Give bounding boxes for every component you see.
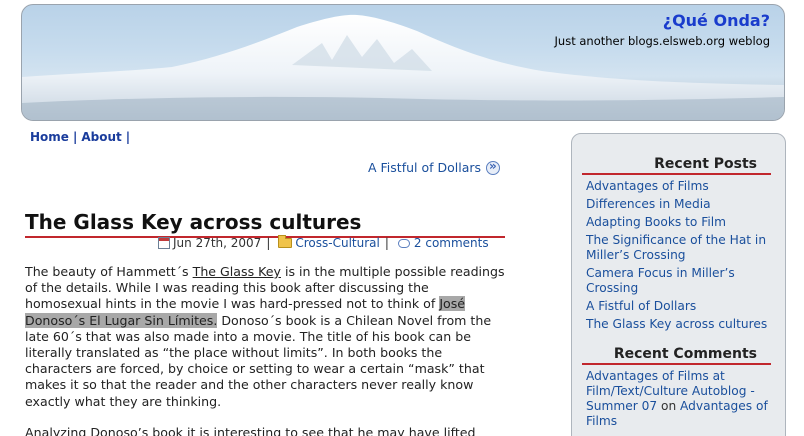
blog-tagline: Just another blogs.elsweb.org weblog (554, 34, 770, 48)
post-paragraph: Analyzing Donoso’s book it is interestin… (25, 424, 476, 436)
meta-separator: | (384, 236, 389, 250)
calendar-icon (158, 237, 170, 249)
recent-post-link[interactable]: The Glass Key across cultures (586, 317, 767, 331)
recent-comments-title: Recent Comments (582, 346, 771, 365)
recent-comments-list: Advantages of Films at Film/Text/Culture… (572, 369, 785, 429)
nav-separator: | (72, 130, 78, 144)
recent-post-link[interactable]: Camera Focus in Miller’s Crossing (586, 266, 735, 295)
category-link[interactable]: Cross-Cultural (295, 236, 379, 250)
list-item: The Glass Key across cultures (586, 317, 775, 332)
recent-post-link[interactable]: The Significance of the Hat in Miller’s … (586, 233, 766, 262)
recent-posts-widget: Recent Posts Advantages of Films Differe… (572, 156, 785, 332)
main-nav: Home | About | (30, 130, 134, 144)
recent-post-link[interactable]: Differences in Media (586, 197, 711, 211)
recent-posts-title: Recent Posts (582, 156, 771, 175)
list-item: Advantages of Films (586, 179, 775, 194)
recent-comments-widget: Recent Comments Advantages of Films at F… (572, 346, 785, 429)
comment-bubble-icon (397, 238, 410, 248)
recent-post-link[interactable]: A Fistful of Dollars (586, 299, 696, 313)
site-header: ¿Qué Onda? Just another blogs.elsweb.org… (21, 4, 785, 121)
comments-link[interactable]: 2 comments (414, 236, 489, 250)
nav-separator: | (125, 130, 131, 144)
list-item: Advantages of Films at Film/Text/Culture… (586, 369, 775, 429)
recent-post-link[interactable]: Advantages of Films (586, 179, 709, 193)
book-title-text: The Glass Key (192, 264, 281, 279)
recent-posts-list: Advantages of Films Differences in Media… (572, 179, 785, 332)
blog-title-link[interactable]: ¿Qué Onda? (663, 11, 770, 30)
meta-separator: | (266, 236, 271, 250)
sidebar: Recent Posts Advantages of Films Differe… (571, 133, 786, 436)
list-item: A Fistful of Dollars (586, 299, 775, 314)
post-body: The beauty of Hammett´s The Glass Key is… (25, 264, 507, 436)
list-item: Adapting Books to Film (586, 215, 775, 230)
nav-home-link[interactable]: Home (30, 130, 69, 144)
list-item: The Significance of the Hat in Miller’s … (586, 233, 775, 263)
recent-post-link[interactable]: Adapting Books to Film (586, 215, 726, 229)
comment-on-text: on (660, 399, 677, 413)
prev-post-label: A Fistful of Dollars (368, 160, 482, 175)
post-title: The Glass Key across cultures (25, 210, 505, 238)
folder-icon (278, 235, 293, 248)
nav-about-link[interactable]: About (81, 130, 121, 144)
post-date: Jun 27th, 2007 (173, 236, 262, 250)
post-paragraph: The beauty of Hammett´s The Glass Key is… (25, 264, 507, 410)
circle-double-arrow-icon (486, 159, 501, 175)
text-span: The beauty of Hammett´s (25, 264, 193, 279)
list-item: Camera Focus in Miller’s Crossing (586, 266, 775, 296)
list-item: Differences in Media (586, 197, 775, 212)
prev-post-link[interactable]: A Fistful of Dollars (368, 159, 501, 175)
post-meta: Jun 27th, 2007 | Cross-Cultural | 2 comm… (158, 235, 489, 250)
